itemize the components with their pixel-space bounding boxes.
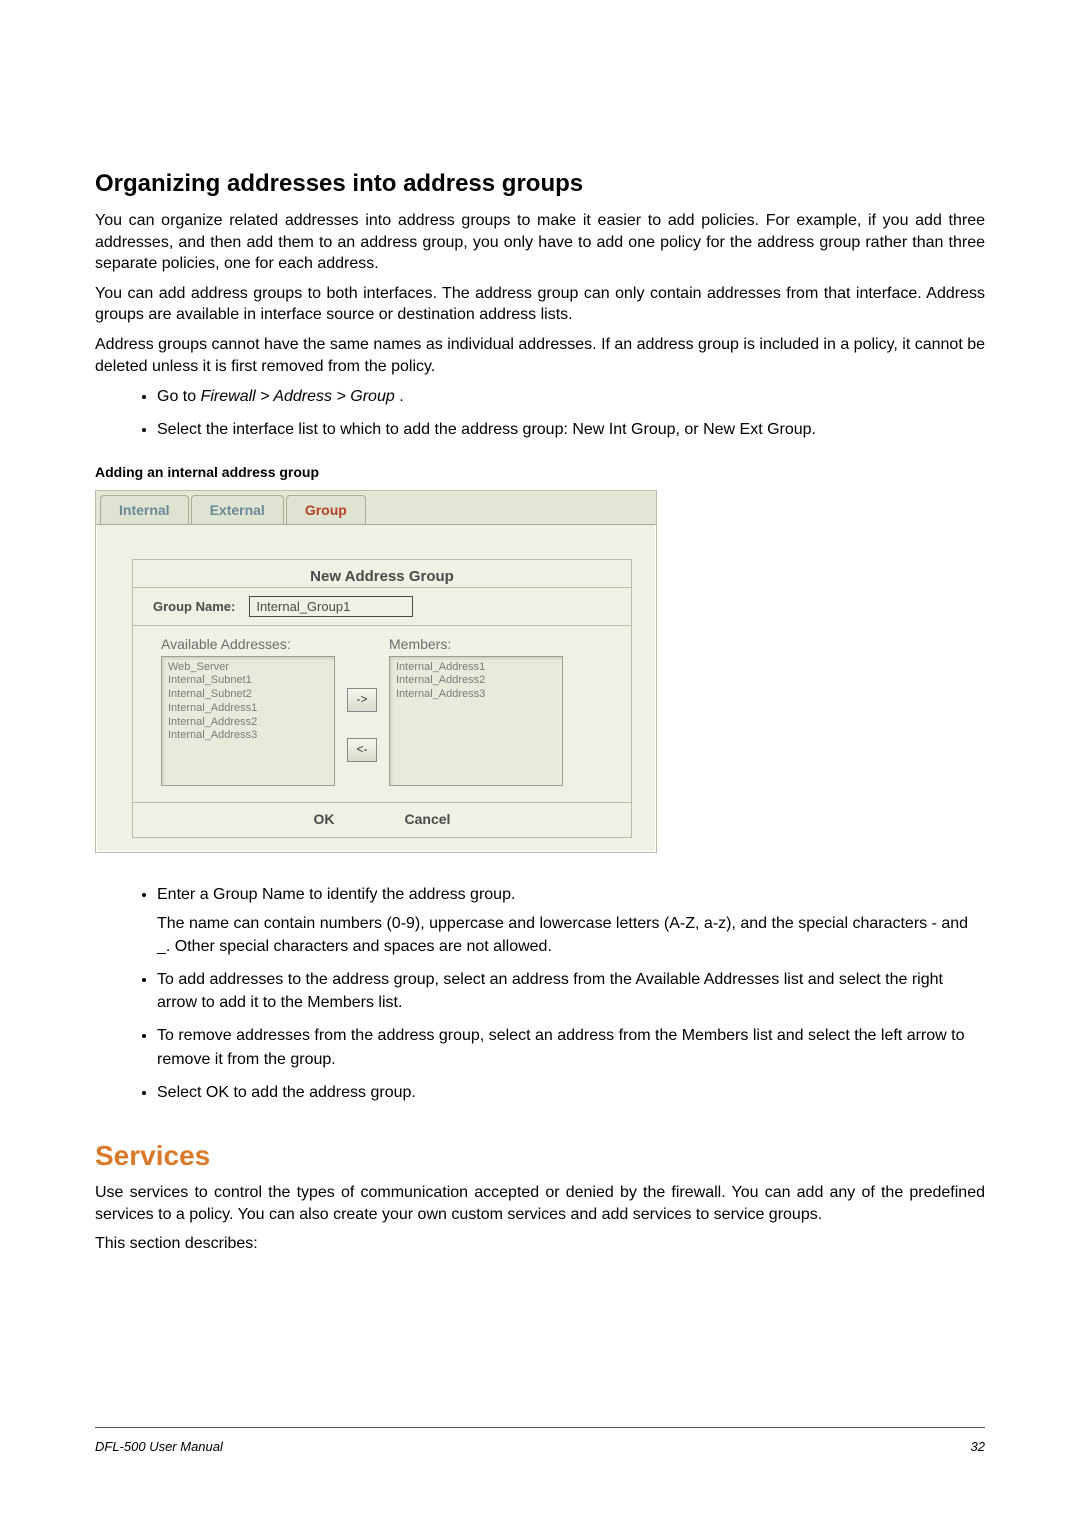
paragraph-2: You can add address groups to both inter…	[95, 283, 985, 326]
bullet-select-interface: Select the interface list to which to ad…	[157, 418, 985, 441]
footer-page-number: 32	[971, 1439, 985, 1454]
members-list[interactable]: Internal_Address1 Internal_Address2 Inte…	[389, 656, 563, 786]
panel-title: New Address Group	[133, 560, 631, 587]
cancel-button[interactable]: Cancel	[405, 811, 451, 827]
tab-internal[interactable]: Internal	[100, 495, 189, 524]
bullet-remove-addresses: To remove addresses from the address gro…	[157, 1024, 985, 1070]
bullet-add-addresses: To add addresses to the address group, s…	[157, 968, 985, 1014]
tab-external[interactable]: External	[191, 495, 284, 524]
move-buttons-column: -> <-	[347, 636, 377, 786]
bullet-goto-text-a: Go to	[157, 388, 201, 405]
heading-services: Services	[95, 1140, 985, 1172]
bullet-list-top: Go to Firewall > Address > Group . Selec…	[95, 385, 985, 441]
bullet-goto-text-c: .	[399, 388, 403, 405]
services-paragraph-2: This section describes:	[95, 1233, 985, 1255]
move-right-button[interactable]: ->	[347, 688, 377, 712]
group-name-row: Group Name:	[133, 587, 631, 626]
bullet-enter-name-sub: The name can contain numbers (0-9), uppe…	[157, 912, 985, 958]
address-group-panel: New Address Group Group Name: Available …	[132, 559, 632, 838]
figure-caption: Adding an internal address group	[95, 464, 985, 480]
available-label: Available Addresses:	[161, 636, 335, 652]
tab-group[interactable]: Group	[286, 495, 366, 524]
page: Organizing addresses into address groups…	[0, 0, 1080, 1528]
members-column: Members: Internal_Address1 Internal_Addr…	[389, 636, 563, 786]
services-paragraph-1: Use services to control the types of com…	[95, 1182, 985, 1225]
footer-rule	[95, 1427, 985, 1428]
available-column: Available Addresses: Web_Server Internal…	[161, 636, 335, 786]
bullet-goto: Go to Firewall > Address > Group .	[157, 385, 985, 408]
bullet-goto-path: Firewall > Address > Group	[201, 388, 400, 405]
bullet-select-ok: Select OK to add the address group.	[157, 1081, 985, 1104]
members-label: Members:	[389, 636, 563, 652]
action-row: OK Cancel	[133, 802, 631, 837]
tab-bar: Internal External Group	[96, 491, 656, 525]
ok-button[interactable]: OK	[314, 811, 335, 827]
panel-wrap: New Address Group Group Name: Available …	[96, 525, 656, 852]
bullet-enter-name-main: Enter a Group Name to identify the addre…	[157, 886, 515, 903]
bullet-list-bottom: Enter a Group Name to identify the addre…	[95, 883, 985, 1105]
lists-area: Available Addresses: Web_Server Internal…	[133, 626, 631, 802]
screenshot-panel: Internal External Group New Address Grou…	[95, 490, 657, 853]
move-left-button[interactable]: <-	[347, 738, 377, 762]
bullet-enter-name: Enter a Group Name to identify the addre…	[157, 883, 985, 959]
group-name-label: Group Name:	[153, 599, 235, 614]
available-addresses-list[interactable]: Web_Server Internal_Subnet1 Internal_Sub…	[161, 656, 335, 786]
paragraph-1: You can organize related addresses into …	[95, 210, 985, 275]
footer-manual-title: DFL-500 User Manual	[95, 1439, 223, 1454]
paragraph-3: Address groups cannot have the same name…	[95, 334, 985, 377]
heading-organizing: Organizing addresses into address groups	[95, 170, 985, 198]
group-name-input[interactable]	[249, 596, 413, 617]
